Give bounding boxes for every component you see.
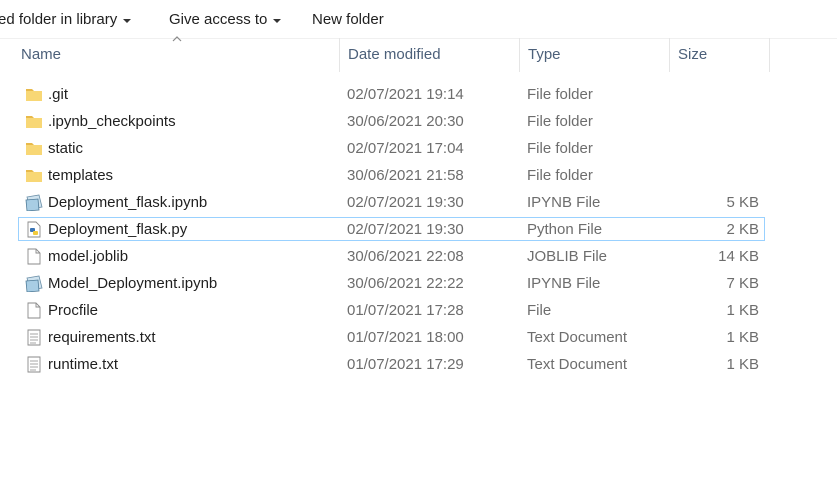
file-name: Deployment_flask.py [48, 221, 188, 238]
file-type: Python File [527, 221, 603, 238]
file-date-modified: 02/07/2021 19:14 [347, 86, 464, 103]
file-type: JOBLIB File [527, 248, 608, 265]
file-size: 14 KB [718, 248, 759, 265]
file-date-modified: 30/06/2021 20:30 [347, 113, 464, 130]
file-size: 1 KB [726, 302, 759, 319]
file-date-modified: 30/06/2021 21:58 [347, 167, 464, 184]
file-name: templates [48, 167, 114, 184]
file-row[interactable]: Model_Deployment.ipynb 30/06/2021 22:22 IP… [18, 271, 765, 295]
file-row[interactable]: Deployment_flask.ipynb 02/07/2021 19:30 IP… [18, 190, 765, 214]
file-row[interactable]: runtime.txt 01/07/2021 17:29 Text Document… [18, 352, 765, 376]
file-row[interactable]: .ipynb_checkpoints 30/06/2021 20:30 File f… [18, 109, 765, 133]
column-header-date[interactable]: Date modified [340, 38, 520, 72]
text-file-icon [25, 329, 43, 346]
sort-ascending-icon [172, 36, 182, 42]
file-type: File folder [527, 86, 593, 103]
file-type: File [527, 302, 552, 319]
python-file-icon [25, 221, 43, 238]
file-name: Deployment_flask.ipynb [48, 194, 208, 211]
file-type: File folder [527, 113, 593, 130]
file-name: model.joblib [48, 248, 129, 265]
file-type: Text Document [527, 356, 628, 373]
file-date-modified: 01/07/2021 18:00 [347, 329, 464, 346]
give-access-label: Give access to [169, 11, 268, 28]
file-row[interactable]: model.joblib 30/06/2021 22:08 JOBLIB File 1… [18, 244, 765, 268]
file-date-modified: 02/07/2021 19:30 [347, 221, 464, 238]
column-header-type[interactable]: Type [520, 38, 670, 72]
file-name: runtime.txt [48, 356, 119, 373]
include-in-library-label: ed folder in library [0, 11, 118, 28]
file-type: File folder [527, 140, 593, 157]
chevron-down-icon [273, 18, 282, 23]
file-size: 7 KB [726, 275, 759, 292]
text-file-icon [25, 356, 43, 373]
file-row[interactable]: requirements.txt 01/07/2021 18:00 Text Doc… [18, 325, 765, 349]
folder-icon [25, 167, 43, 184]
file-size: 1 KB [726, 356, 759, 373]
file-type: IPYNB File [527, 194, 601, 211]
column-header-row: Name Date modified Type Size [0, 38, 837, 72]
file-size: 1 KB [726, 329, 759, 346]
file-name: static [48, 140, 84, 157]
new-folder-label: New folder [312, 11, 384, 28]
file-date-modified: 02/07/2021 17:04 [347, 140, 464, 157]
file-type: IPYNB File [527, 275, 601, 292]
file-row[interactable]: Deployment_flask.py 02/07/2021 19:30 Pytho… [18, 217, 765, 241]
file-date-modified: 30/06/2021 22:22 [347, 275, 464, 292]
file-name: Procfile [48, 302, 99, 319]
blank-file-icon [25, 302, 43, 319]
column-header-name[interactable]: Name [13, 38, 340, 72]
file-date-modified: 30/06/2021 22:08 [347, 248, 464, 265]
file-row[interactable]: .git 02/07/2021 19:14 File folder [18, 82, 765, 106]
folder-icon [25, 86, 43, 103]
file-type: File folder [527, 167, 593, 184]
file-size: 2 KB [726, 221, 759, 238]
give-access-button[interactable]: Give access to [169, 11, 282, 28]
file-name: .git [48, 86, 69, 103]
blank-file-icon [25, 248, 43, 265]
notebook-icon [25, 275, 43, 293]
file-row[interactable]: Procfile 01/07/2021 17:28 File 1 KB [18, 298, 765, 322]
include-in-library-button[interactable]: ed folder in library [0, 11, 132, 28]
folder-icon [25, 113, 43, 130]
chevron-down-icon [123, 18, 132, 23]
file-name: requirements.txt [48, 329, 156, 346]
file-date-modified: 01/07/2021 17:29 [347, 356, 464, 373]
column-header-size[interactable]: Size [670, 38, 770, 72]
file-row[interactable]: static 02/07/2021 17:04 File folder [18, 136, 765, 160]
file-name: Model_Deployment.ipynb [48, 275, 218, 292]
folder-icon [25, 140, 43, 157]
notebook-icon [25, 194, 43, 212]
file-row[interactable]: templates 30/06/2021 21:58 File folder [18, 163, 765, 187]
file-type: Text Document [527, 329, 628, 346]
file-date-modified: 01/07/2021 17:28 [347, 302, 464, 319]
file-name: .ipynb_checkpoints [48, 113, 176, 130]
command-toolbar: ed folder in library Give access to New … [0, 0, 837, 39]
file-date-modified: 02/07/2021 19:30 [347, 194, 464, 211]
file-size: 5 KB [726, 194, 759, 211]
new-folder-button[interactable]: New folder [312, 11, 384, 28]
